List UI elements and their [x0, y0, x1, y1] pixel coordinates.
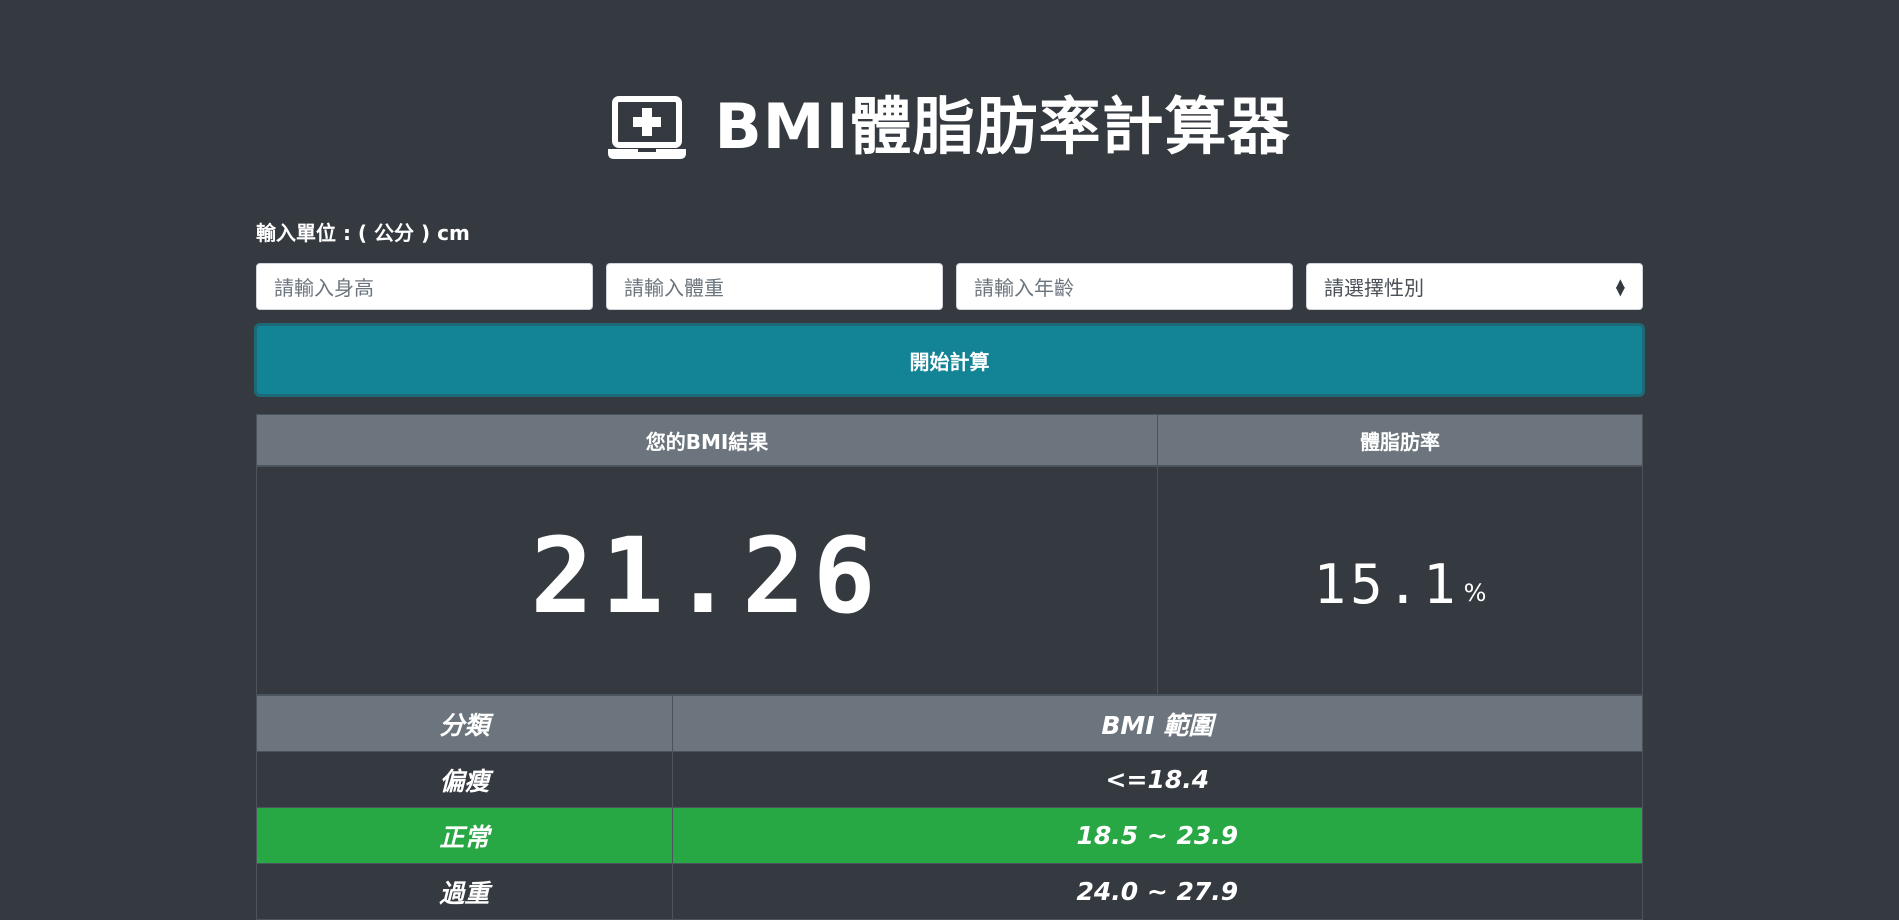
page-title-text: BMI體脂肪率計算器	[714, 90, 1291, 163]
range-cell: 24.0 ~ 27.9	[671, 863, 1644, 920]
weight-input[interactable]: 請輸入體重	[606, 263, 943, 310]
category-cell: 過重	[256, 863, 673, 920]
range-row-normal: 正常 18.5 ~ 23.9	[256, 807, 1644, 864]
unit-label: 輸入單位 : ( 公分 ) cm	[256, 221, 470, 245]
range-table-header-row: 分類 BMI 範圍	[256, 695, 1644, 752]
gender-select[interactable]: 請選擇性別 ▲ ▼	[1306, 263, 1643, 310]
body-fat-value: 15.1	[1313, 553, 1460, 616]
results-panel: 您的BMI結果 體脂肪率 21.26 15.1 %	[256, 414, 1643, 695]
range-row-underweight: 偏瘦 <=18.4	[256, 751, 1644, 808]
page-title: BMI體脂肪率計算器	[0, 82, 1899, 172]
range-cell: <=18.4	[671, 751, 1644, 808]
range-row-overweight: 過重 24.0 ~ 27.9	[256, 863, 1644, 920]
bmi-result-cell: 21.26	[257, 467, 1158, 694]
bmi-value: 21.26	[530, 514, 884, 637]
bmi-range-header: BMI 範圍	[671, 695, 1644, 752]
gender-select-value: 請選擇性別	[1324, 276, 1424, 300]
category-cell: 正常	[256, 807, 673, 864]
age-input[interactable]: 請輸入年齡	[956, 263, 1293, 310]
range-cell: 18.5 ~ 23.9	[671, 807, 1644, 864]
bmi-range-table: 分類 BMI 範圍 偏瘦 <=18.4 正常 18.5 ~ 23.9 過重 24…	[256, 695, 1644, 920]
calculate-button[interactable]: 開始計算	[254, 323, 1645, 397]
body-fat-cell: 15.1 %	[1158, 467, 1642, 694]
height-input[interactable]: 請輸入身高	[256, 263, 593, 310]
category-cell: 偏瘦	[256, 751, 673, 808]
body-fat-unit: %	[1463, 578, 1487, 607]
sort-arrows-icon: ▲ ▼	[1615, 275, 1625, 298]
laptop-medical-icon	[608, 96, 687, 159]
bmi-result-header: 您的BMI結果	[257, 415, 1158, 465]
category-header: 分類	[256, 695, 673, 752]
body-fat-header: 體脂肪率	[1360, 429, 1440, 454]
